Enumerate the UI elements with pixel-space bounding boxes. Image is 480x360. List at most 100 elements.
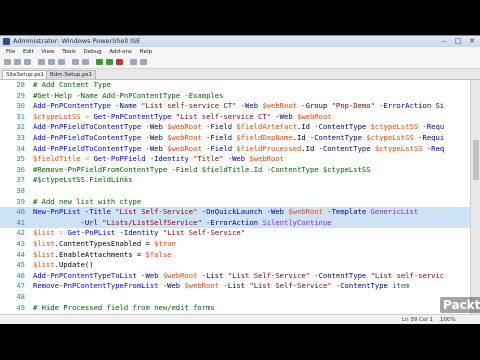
- cut-icon[interactable]: [38, 59, 45, 65]
- code-line[interactable]: 46 Add-PnPContentTypeToList -Web $webRoot…: [0, 271, 470, 282]
- code-token: Remove-PnPContentTypeFromList: [33, 281, 159, 291]
- code-line[interactable]: 39 # Add new list with ctype: [0, 197, 470, 208]
- code-line[interactable]: 31 $ctypeLstSS = Get-PnPContentType "List…: [0, 112, 470, 123]
- code-token: -Web: [236, 101, 263, 111]
- code-token: -ContentType: [309, 270, 371, 280]
- code-token: -Field: [201, 133, 237, 142]
- open-file-icon[interactable]: [14, 59, 21, 65]
- run-selection-icon[interactable]: [106, 59, 113, 65]
- code-token: "List Self-Service": [115, 207, 198, 217]
- code-token: =: [54, 228, 68, 238]
- code-text: $fieldTitle = Get-PnPField -Identity "Ti…: [33, 154, 284, 165]
- code-line[interactable]: 48: [0, 292, 470, 303]
- code-text: # Add new list with ctype: [33, 197, 141, 208]
- code-line[interactable]: 33 Add-PnPFieldToContentType -Web $webRoo…: [0, 133, 470, 144]
- code-line[interactable]: 30 Add-PnPContentType -Name "List self-se…: [0, 101, 470, 112]
- powershell-console-icon[interactable]: [140, 59, 147, 65]
- menu-help[interactable]: Help: [140, 47, 153, 57]
- code-token: $ctypeLstSS: [366, 133, 414, 142]
- code-token: "Title": [193, 154, 224, 164]
- code-line[interactable]: 42 $list = Get-PnPList -Identity "List Se…: [0, 228, 470, 239]
- copy-icon[interactable]: [48, 59, 55, 65]
- code-token: -Group: [296, 101, 332, 111]
- code-token: Get-PnPContentType: [93, 111, 172, 121]
- code-text: $list.Update(): [33, 260, 94, 271]
- code-token: -Web: [223, 154, 250, 164]
- code-line[interactable]: 36 #Remove-PnPFieldFromContentType -Field…: [0, 165, 470, 176]
- line-number: 44: [16, 249, 25, 259]
- code-token: -Web: [141, 143, 168, 153]
- code-token: $true: [154, 239, 176, 248]
- powershell-icon: [3, 38, 10, 45]
- run-script-icon[interactable]: [96, 59, 103, 65]
- code-token: -Template: [322, 207, 371, 217]
- code-token: .Id: [301, 143, 315, 153]
- tab-label: SiteSetup.ps1: [6, 72, 45, 78]
- code-line[interactable]: 38: [0, 186, 470, 197]
- code-token: -ContentType: [305, 133, 367, 142]
- code-token: Get-PnPField: [93, 154, 146, 164]
- code-text: New-PnPList -Title "List Self-Service" -…: [33, 207, 418, 218]
- code-token: -Web: [158, 281, 185, 291]
- code-line[interactable]: 34 Add-PnPFieldToContentType -Web $webRoo…: [0, 144, 470, 155]
- window-title: Administrator: Windows PowerShell ISE: [13, 37, 141, 45]
- code-token: Add-PnPFieldToContentType: [33, 133, 142, 142]
- line-number: 30: [16, 101, 25, 111]
- undo-icon[interactable]: [72, 59, 79, 65]
- code-text: Add-PnPFieldToContentType -Web $webRoot …: [33, 133, 444, 144]
- code-token: item: [392, 281, 410, 291]
- code-token: # Hide Processed field from new/edit for…: [33, 302, 215, 312]
- code-line[interactable]: 40 New-PnPList -Title "List Self-Service"…: [0, 207, 470, 218]
- menu-add-ons[interactable]: Add-ons: [109, 47, 131, 57]
- code-token: -Name: [110, 101, 142, 111]
- new-remote-tab-icon[interactable]: [130, 59, 137, 65]
- line-number: 37: [16, 175, 25, 185]
- line-number: 33: [16, 133, 25, 142]
- new-file-icon[interactable]: [4, 59, 11, 65]
- code-line[interactable]: 29 #Get-Help -Name Add-PnPContentType -Ex…: [0, 91, 470, 102]
- vertical-scrollbar[interactable]: [470, 80, 480, 314]
- close-button[interactable]: ✕: [467, 37, 477, 45]
- code-token: -Field: [201, 122, 237, 132]
- save-icon[interactable]: [24, 59, 31, 65]
- line-number: 35: [16, 154, 25, 164]
- code-line[interactable]: 41 -Url "Lists/ListSelfService" -ErrorAc…: [0, 217, 470, 229]
- minimize-button[interactable]: –: [439, 37, 449, 45]
- code-token: =: [80, 111, 94, 121]
- maximize-button[interactable]: □: [453, 37, 463, 45]
- line-number: 42: [16, 228, 25, 238]
- code-line[interactable]: 43 $list.ContentTypesEnabled = $true: [0, 239, 470, 250]
- scrollbar-thumb[interactable]: [473, 140, 479, 180]
- menu-edit[interactable]: Edit: [23, 47, 34, 57]
- code-token: -Web: [141, 133, 168, 142]
- stop-icon[interactable]: [116, 59, 123, 65]
- code-line[interactable]: 47 Remove-PnPContentTypeFromList -Web $we…: [0, 281, 470, 292]
- code-token: -Identity: [115, 228, 163, 238]
- menu-file[interactable]: File: [6, 47, 15, 57]
- menu-tools[interactable]: Tools: [62, 47, 76, 57]
- code-line[interactable]: 35 $fieldTitle = Get-PnPField -Identity "…: [0, 154, 470, 165]
- script-editor[interactable]: 28 # Add Content Type 29 #Get-Help -Name Ad…: [0, 80, 470, 314]
- code-line[interactable]: 45 $list.Update(): [0, 260, 470, 271]
- menu-debug[interactable]: Debug: [84, 47, 102, 57]
- menu-view[interactable]: View: [41, 47, 54, 57]
- line-number: 28: [16, 80, 25, 89]
- code-token: "Lists/ListSelfService": [102, 217, 202, 227]
- code-token: .Id: [297, 122, 310, 132]
- redo-icon[interactable]: [82, 59, 89, 65]
- code-line[interactable]: 28 # Add Content Type: [0, 80, 470, 91]
- line-number: 31: [16, 111, 25, 121]
- code-token: $false: [145, 249, 172, 259]
- code-text: # Hide Processed field from new/edit for…: [33, 303, 215, 314]
- code-text: #$ctypeLstSS.FieldLinks: [33, 175, 133, 186]
- tab-bdm-setup[interactable]: Bdm.Setup.ps1: [46, 70, 96, 79]
- line-number: 41: [16, 217, 25, 227]
- code-line[interactable]: 49 # Hide Processed field from new/edit f…: [0, 303, 470, 314]
- code-token: -OnQuickLaunch -Web: [197, 207, 289, 217]
- code-token: -Requ: [418, 122, 445, 132]
- code-line[interactable]: 37 #$ctypeLstSS.FieldLinks: [0, 175, 470, 186]
- code-line[interactable]: 32 Add-PnPFieldToContentType -Web $webRoo…: [0, 122, 470, 133]
- paste-icon[interactable]: [58, 59, 65, 65]
- code-token: #Get-Help -Name Add-PnPContentType -Exam…: [33, 90, 224, 100]
- code-line[interactable]: 44 $list.EnableAttachments = $false: [0, 250, 470, 261]
